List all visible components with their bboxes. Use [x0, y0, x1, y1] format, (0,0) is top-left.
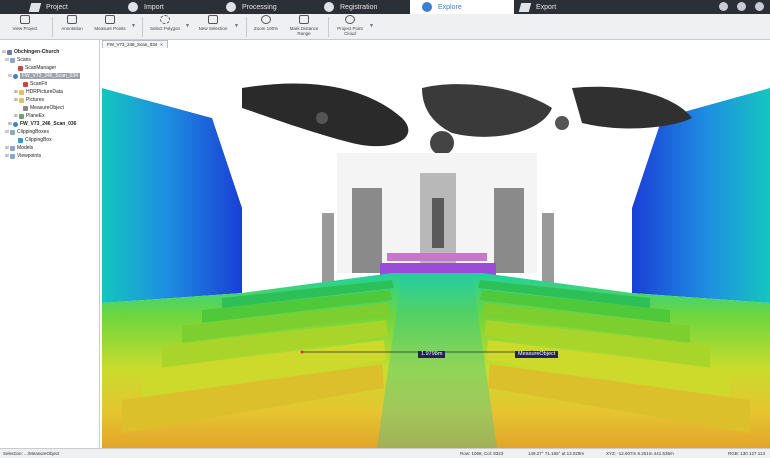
tree-item-planes[interactable]: ⊞ PlaneEx — [0, 112, 99, 120]
window-controls — [719, 2, 764, 11]
tree-item-clippingbox[interactable]: ClippingBox — [0, 136, 99, 144]
ribbon-separator — [52, 17, 53, 37]
viewer-tab[interactable]: FW_V73_246_Scan_034 × — [102, 40, 168, 48]
explore-icon — [422, 2, 432, 12]
status-selection: Selection: .../MeasureObject — [3, 451, 60, 456]
clipping-box-icon — [18, 137, 23, 143]
tree-item-project[interactable]: ⊟ Obchingen-Church — [0, 48, 99, 56]
tree-item-hdr[interactable]: ⊞ HDRPictureData — [0, 88, 99, 96]
polygon-select-icon — [160, 15, 170, 24]
folder-icon — [10, 153, 15, 159]
gear-icon[interactable] — [737, 2, 746, 11]
measure-start-point — [300, 350, 304, 354]
point-cloud-icon — [345, 15, 355, 24]
measure-points-button[interactable]: Measure Points — [92, 15, 128, 39]
tab-import[interactable]: Import — [128, 0, 164, 14]
tree-item-viewpoints[interactable]: ⊞ Viewpoints — [0, 152, 99, 160]
tree-item-clippingboxes[interactable]: ⊟ ClippingBoxes — [0, 128, 99, 136]
zoom-icon — [261, 15, 271, 24]
folder-icon — [19, 97, 24, 103]
zoom-100-button[interactable]: Zoom 100% — [252, 15, 280, 39]
tree-item-scan-036[interactable]: ⊞ FW_V73_246_Scan_036 — [0, 120, 99, 128]
import-icon — [128, 2, 138, 12]
tree-item-scan-034[interactable]: ⊟ FW_V73_246_Scan_034 — [0, 72, 99, 80]
status-rgb: RGB: 130 127 114 — [728, 451, 765, 456]
measure-length-label: 1.9798m — [418, 351, 446, 358]
tree-item-scans[interactable]: ⊟ Scans — [0, 56, 99, 64]
folder-icon — [10, 129, 15, 135]
folder-icon — [10, 57, 15, 63]
tab-project[interactable]: Project — [28, 0, 68, 14]
tree-item-models[interactable]: ⊞ Models — [0, 144, 99, 152]
scan-icon — [13, 73, 18, 79]
scan-icon — [13, 121, 18, 127]
chevron-down-icon[interactable]: ▼ — [369, 23, 374, 29]
mark-distance-range-button[interactable]: Mark Distance Range — [288, 15, 320, 39]
folder-icon — [28, 2, 42, 12]
close-icon[interactable]: × — [160, 41, 163, 48]
select-polygon-button[interactable]: Select Polygon — [148, 15, 182, 39]
status-rowcol: Row: 1068, Col: 8323 — [460, 451, 504, 456]
ruler-icon — [105, 15, 115, 24]
export-icon — [518, 2, 532, 12]
measure-icon — [23, 105, 28, 111]
tab-explore[interactable]: Explore — [410, 0, 514, 14]
processing-icon — [226, 2, 236, 12]
measure-object-label[interactable]: MeasureObject — [515, 351, 559, 358]
status-angles: 149.27° 71.165° at 13.029m — [528, 451, 585, 456]
ribbon-separator — [246, 17, 247, 37]
annotation-icon — [67, 15, 77, 24]
tree-item-measureobject[interactable]: MeasureObject — [0, 104, 99, 112]
tab-export[interactable]: Export — [518, 0, 556, 14]
layout-icon[interactable] — [719, 2, 728, 11]
workflow-tab-bar: Project Import Processing Registration E… — [0, 0, 770, 14]
structure-tree-panel: ⊟ Obchingen-Church ⊟ Scans ScanManager ⊟… — [0, 40, 100, 448]
help-icon[interactable] — [755, 2, 764, 11]
folder-icon — [19, 89, 24, 95]
chevron-down-icon[interactable]: ▼ — [185, 23, 190, 29]
tree-item-pictures[interactable]: ⊞ Pictures — [0, 96, 99, 104]
tree-item-scanmanager[interactable]: ScanManager — [0, 64, 99, 72]
status-xyz: XYZ: -12.607m 6.251m 441.535m — [606, 451, 674, 456]
project-point-cloud-button[interactable]: Project Point Cloud — [334, 15, 366, 39]
chevron-down-icon[interactable]: ▼ — [131, 23, 136, 29]
point-cloud-viewport[interactable] — [102, 48, 770, 448]
tab-registration[interactable]: Registration — [324, 0, 377, 14]
project-icon — [7, 49, 12, 55]
cube-icon — [20, 15, 30, 24]
chevron-down-icon[interactable]: ▼ — [234, 23, 239, 29]
selection-icon — [208, 15, 218, 24]
registration-icon — [324, 2, 334, 12]
ribbon-separator — [142, 17, 143, 37]
new-selection-button[interactable]: New Selection — [196, 15, 230, 39]
distance-range-icon — [299, 15, 309, 24]
view-project-button[interactable]: View Project — [10, 15, 40, 39]
scanfit-icon — [23, 81, 28, 87]
point-cloud-render — [102, 48, 770, 448]
folder-icon — [10, 145, 15, 151]
tree-item-scanfit[interactable]: ScanFit — [0, 80, 99, 88]
tab-processing[interactable]: Processing — [226, 0, 277, 14]
ribbon-separator — [328, 17, 329, 37]
plane-icon — [19, 113, 24, 119]
ribbon-toolbar: View Project Annotation Measure Points ▼… — [0, 14, 770, 40]
status-bar: Selection: .../MeasureObject Row: 1068, … — [0, 448, 770, 458]
scan-manager-icon — [18, 65, 23, 71]
annotation-button[interactable]: Annotation — [58, 15, 86, 39]
